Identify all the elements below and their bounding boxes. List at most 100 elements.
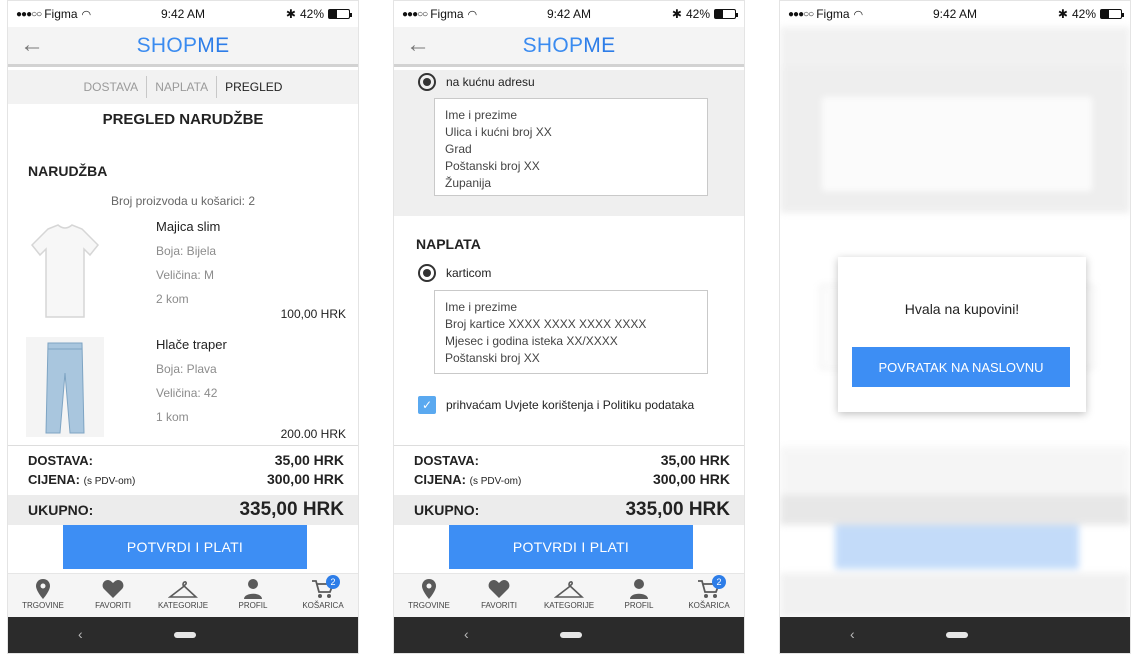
back-arrow-icon[interactable]: ← bbox=[20, 31, 44, 59]
cart-badge: 2 bbox=[326, 575, 340, 589]
card-line: Broj kartice XXXX XXXX XXXX XXXX bbox=[445, 317, 647, 331]
tab-kategorije[interactable]: KATEGORIJE bbox=[150, 574, 216, 617]
product-qty: 2 kom bbox=[156, 292, 189, 306]
product-name: Majica slim bbox=[156, 219, 221, 234]
address-line: Poštanski broj XX bbox=[445, 159, 540, 173]
tab-kategorije[interactable]: KATEGORIJE bbox=[536, 574, 602, 617]
card-box: Ime i prezime Broj kartice XXXX XXXX XXX… bbox=[434, 290, 708, 374]
address-line: Ime i prezime bbox=[445, 108, 518, 122]
back-arrow-icon[interactable]: ← bbox=[406, 31, 430, 59]
nav-home-pill[interactable] bbox=[946, 632, 968, 638]
tab-trgovine[interactable]: TRGOVINE bbox=[10, 574, 76, 617]
confirm-pay-button[interactable]: POTVRDI I PLATI bbox=[63, 525, 307, 569]
tab-kosarica[interactable]: 2 KOŠARICA bbox=[676, 574, 742, 617]
list-item: Hlače traper Boja: Plava Veličina: 42 1 … bbox=[8, 333, 358, 443]
address-line: Ulica i kućni broj XX bbox=[445, 125, 552, 139]
status-bar: ●●●○○ Figma ◠ 9:42 AM ✱ 42% bbox=[394, 1, 744, 27]
battery-percent: 42% bbox=[1071, 7, 1096, 21]
app-header: ← SHOPME bbox=[8, 27, 358, 67]
product-name: Hlače traper bbox=[156, 337, 227, 352]
nav-back-icon[interactable]: ‹ bbox=[850, 626, 855, 642]
price-row: CIJENA: (s PDV-om) 300,00 HRK bbox=[28, 471, 344, 487]
card-line: Ime i prezime bbox=[445, 300, 518, 314]
android-nav-bar: ‹ bbox=[780, 617, 1130, 653]
jeans-image bbox=[26, 337, 104, 437]
bluetooth-icon: ✱ bbox=[1057, 7, 1068, 21]
tab-kosarica[interactable]: 2 KOŠARICA bbox=[290, 574, 356, 617]
app-logo: SHOPME bbox=[136, 33, 230, 57]
tab-label: TRGOVINE bbox=[408, 601, 450, 610]
step-pregled[interactable]: PREGLED bbox=[217, 80, 290, 94]
address-box: Ime i prezime Ulica i kućni broj XX Grad… bbox=[434, 98, 708, 196]
price-value: 300,00 HRK bbox=[652, 471, 730, 487]
android-nav-bar: ‹ bbox=[8, 617, 358, 653]
tab-label: FAVORITI bbox=[481, 601, 517, 610]
tab-label: KOŠARICA bbox=[302, 601, 344, 610]
carrier-name: Figma bbox=[430, 7, 464, 21]
nav-home-pill[interactable] bbox=[174, 632, 196, 638]
blurred-totals bbox=[780, 447, 1130, 497]
payment-heading: NAPLATA bbox=[416, 236, 481, 252]
delivery-radio[interactable] bbox=[418, 73, 436, 91]
tab-trgovine[interactable]: TRGOVINE bbox=[396, 574, 462, 617]
totals-block: DOSTAVA: 35,00 HRK CIJENA: (s PDV-om) 30… bbox=[394, 445, 744, 501]
tab-label: FAVORITI bbox=[95, 601, 131, 610]
user-icon bbox=[244, 579, 262, 599]
delivery-section: na kućnu adresu Ime i prezime Ulica i ku… bbox=[394, 70, 744, 216]
confirm-pay-button[interactable]: POTVRDI I PLATI bbox=[449, 525, 693, 569]
carrier-name: Figma bbox=[44, 7, 78, 21]
blurred-header bbox=[780, 27, 1130, 67]
app-header: ← SHOPME bbox=[394, 27, 744, 67]
user-icon bbox=[630, 579, 648, 599]
heart-icon bbox=[102, 580, 124, 598]
tab-profil[interactable]: PROFIL bbox=[606, 574, 672, 617]
tab-favoriti[interactable]: FAVORITI bbox=[466, 574, 532, 617]
hanger-icon bbox=[168, 581, 198, 598]
battery-icon bbox=[1100, 9, 1124, 19]
modal-message: Hvala na kupovini! bbox=[904, 301, 1020, 317]
price-label: CIJENA: bbox=[414, 472, 467, 487]
nav-back-icon[interactable]: ‹ bbox=[78, 626, 83, 642]
step-naplata[interactable]: NAPLATA bbox=[147, 80, 216, 94]
tab-label: KATEGORIJE bbox=[157, 601, 209, 610]
total-value: 335,00 HRK bbox=[625, 499, 730, 520]
checkout-steps: DOSTAVA NAPLATA PREGLED bbox=[8, 70, 358, 104]
nav-home-pill[interactable] bbox=[560, 632, 582, 638]
card-line: Poštanski broj XX bbox=[445, 351, 540, 365]
bluetooth-icon: ✱ bbox=[285, 7, 296, 21]
payment-option-label: karticom bbox=[446, 266, 492, 280]
total-bar: UKUPNO: 335,00 HRK bbox=[394, 495, 744, 525]
bottom-tab-bar: TRGOVINE FAVORITI KATEGORIJE PROFIL 2 KO… bbox=[394, 573, 744, 617]
delivery-label: DOSTAVA: bbox=[414, 453, 479, 468]
tshirt-image bbox=[30, 224, 100, 318]
tab-label: KATEGORIJE bbox=[543, 601, 595, 610]
location-pin-icon bbox=[422, 579, 436, 599]
battery-icon bbox=[714, 9, 738, 19]
price-label: CIJENA: bbox=[28, 472, 81, 487]
product-color: Boja: Bijela bbox=[156, 244, 217, 258]
delivery-row: DOSTAVA: 35,00 HRK bbox=[414, 452, 730, 468]
carrier-name: Figma bbox=[816, 7, 850, 21]
nav-back-icon[interactable]: ‹ bbox=[464, 626, 469, 642]
step-dostava[interactable]: DOSTAVA bbox=[76, 80, 147, 94]
delivery-value: 35,00 HRK bbox=[274, 452, 344, 468]
terms-checkbox[interactable]: ✓ bbox=[418, 396, 436, 414]
tab-label: PROFIL bbox=[238, 601, 268, 610]
blurred-tabbar bbox=[780, 573, 1130, 617]
payment-radio[interactable] bbox=[418, 264, 436, 282]
tab-favoriti[interactable]: FAVORITI bbox=[80, 574, 146, 617]
status-bar: ●●●○○ Figma ◠ 9:42 AM ✱ 42% bbox=[8, 1, 358, 27]
tab-label: TRGOVINE bbox=[22, 601, 64, 610]
bluetooth-icon: ✱ bbox=[671, 7, 682, 21]
delivery-value: 35,00 HRK bbox=[660, 452, 730, 468]
price-note: (s PDV-om) bbox=[469, 476, 522, 487]
battery-percent: 42% bbox=[685, 7, 710, 21]
totals-block: DOSTAVA: 35,00 HRK CIJENA: (s PDV-om) 30… bbox=[8, 445, 358, 501]
back-to-home-button[interactable]: POVRATAK NA NASLOVNU bbox=[852, 347, 1070, 387]
tab-profil[interactable]: PROFIL bbox=[220, 574, 286, 617]
total-label: UKUPNO: bbox=[414, 502, 480, 518]
thank-you-screen: ●●●○○ Figma ◠ 9:42 AM ✱ 42% Hvala na kup… bbox=[779, 0, 1131, 654]
android-nav-bar: ‹ bbox=[394, 617, 744, 653]
signal-icon: ●●●○○ bbox=[402, 8, 428, 20]
tab-label: PROFIL bbox=[624, 601, 654, 610]
